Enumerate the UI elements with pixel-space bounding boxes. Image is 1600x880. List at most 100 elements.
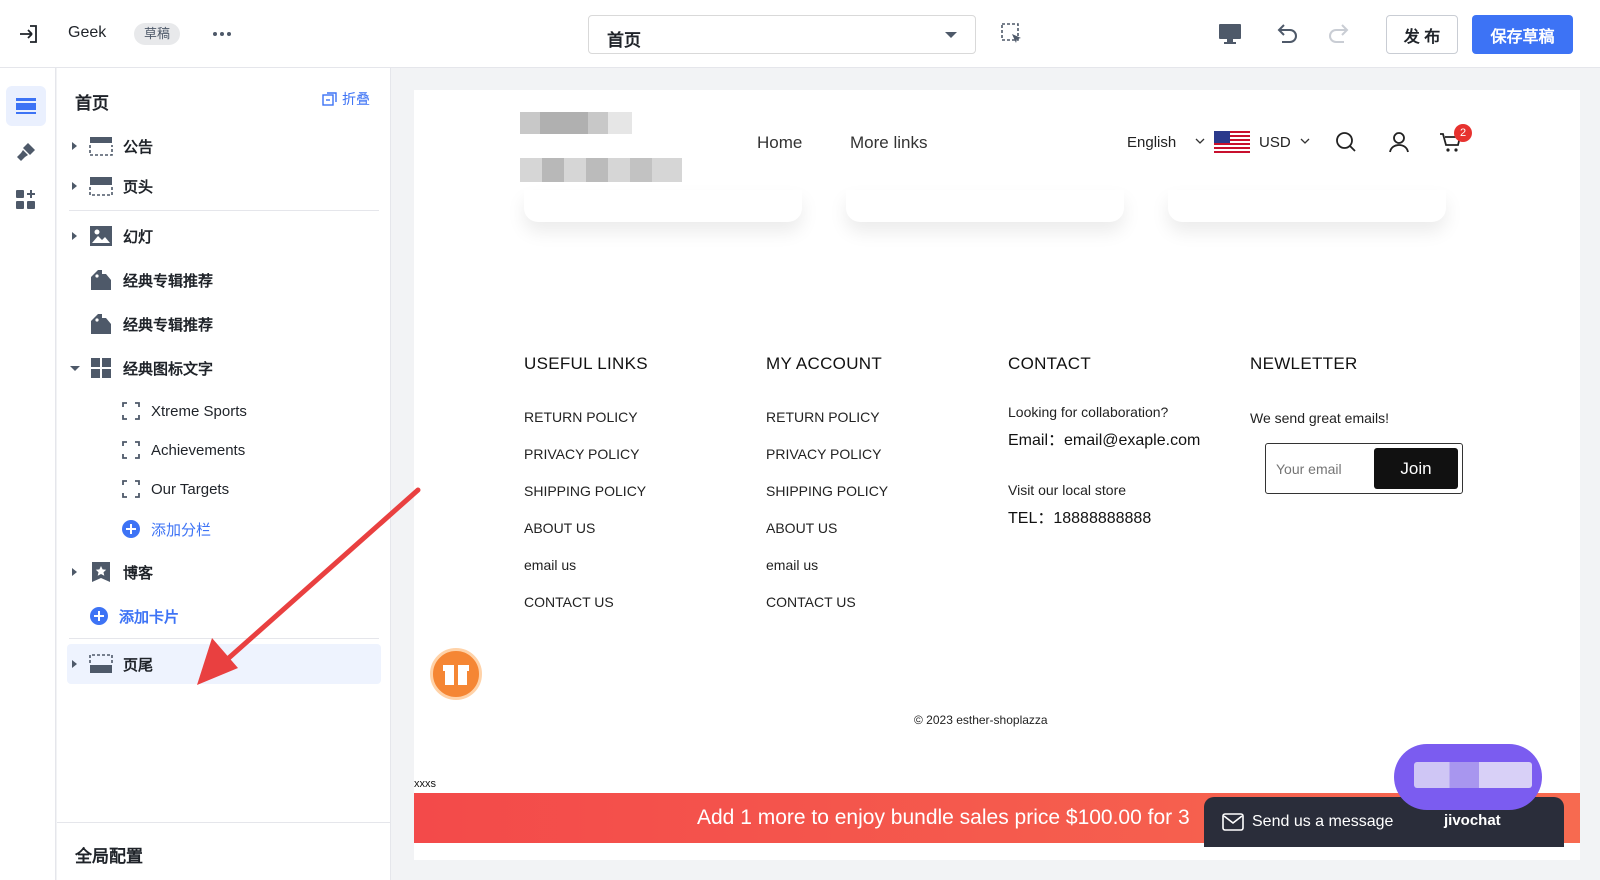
collapse-button[interactable]: 折叠 (322, 89, 370, 109)
rail-theme[interactable] (6, 132, 46, 172)
content-card (1168, 190, 1446, 222)
footer-link[interactable]: CONTACT US (766, 593, 986, 630)
footer-link[interactable]: CONTACT US (524, 593, 744, 630)
footer-link[interactable]: ABOUT US (524, 519, 744, 556)
footer-link[interactable]: email us (524, 556, 744, 593)
chevron-right-icon[interactable] (67, 656, 83, 672)
undo-icon[interactable] (1272, 20, 1300, 48)
contact-store-text: Visit our local store (1008, 482, 1127, 498)
search-icon[interactable] (1334, 130, 1358, 154)
chevron-down-icon (945, 32, 957, 38)
chevron-right-icon[interactable] (67, 178, 83, 194)
add-card-label: 添加卡片 (119, 608, 180, 626)
nav-link-more[interactable]: More links (850, 133, 927, 153)
tree-item-icon-text[interactable]: 经典图标文字 (67, 348, 381, 388)
footer-link[interactable]: RETURN POLICY (766, 408, 986, 445)
plus-circle-icon (90, 607, 108, 625)
tree-item-label: 经典专辑推荐 (123, 316, 214, 334)
redo-icon[interactable] (1326, 20, 1354, 48)
tree-item-label: 博客 (123, 564, 154, 582)
tree-item-label: 经典图标文字 (123, 360, 214, 378)
content-card (846, 190, 1124, 222)
footer-my-account: MY ACCOUNT RETURN POLICY PRIVACY POLICY … (766, 354, 986, 630)
sections-icon (16, 98, 36, 114)
select-element-icon[interactable] (998, 20, 1026, 48)
grid-icon (91, 358, 111, 378)
chevron-right-icon[interactable] (67, 138, 83, 154)
divider (69, 210, 379, 211)
nav-link-home[interactable]: Home (757, 133, 802, 153)
rail-apps[interactable] (6, 180, 46, 220)
footer-link[interactable]: PRIVACY POLICY (766, 445, 986, 482)
footer-newsletter: NEWLETTER We send great emails! (1250, 354, 1470, 426)
tree-item-featured-collection-2[interactable]: 经典专辑推荐 (67, 304, 381, 344)
footer-link[interactable]: PRIVACY POLICY (524, 445, 744, 482)
add-column-button[interactable]: 添加分栏 (97, 509, 381, 549)
footer-useful-links: USEFUL LINKS RETURN POLICY PRIVACY POLIC… (524, 354, 744, 630)
newsletter-email-input[interactable] (1276, 444, 1372, 493)
newsletter-form: Join (1265, 443, 1463, 494)
chat-bubble-content (1414, 762, 1532, 788)
global-config[interactable]: 全局配置 (57, 822, 390, 880)
newsletter-join-button[interactable]: Join (1374, 448, 1458, 489)
chevron-down-icon (1300, 138, 1310, 144)
publish-button[interactable]: 发 布 (1386, 15, 1458, 54)
desktop-icon[interactable] (1216, 20, 1244, 48)
language-selector[interactable]: English (1127, 134, 1176, 151)
block-icon (122, 402, 140, 420)
brush-icon (17, 143, 35, 161)
gift-button[interactable] (430, 648, 482, 700)
block-icon (122, 441, 140, 459)
tree-child-our-targets[interactable]: Our Targets (97, 469, 381, 509)
us-flag-icon (1214, 131, 1250, 153)
footer-link[interactable]: SHIPPING POLICY (766, 482, 986, 519)
chevron-right-icon[interactable] (67, 228, 83, 244)
content-card (524, 190, 802, 222)
collapse-label: 折叠 (342, 91, 370, 107)
footer-link[interactable]: SHIPPING POLICY (524, 482, 744, 519)
tree-item-label: 页头 (123, 178, 154, 196)
newsletter-text: We send great emails! (1250, 410, 1390, 426)
rail-sections[interactable] (6, 86, 46, 126)
contact-collab-text: Looking for collaboration? (1008, 404, 1169, 420)
account-icon[interactable] (1387, 130, 1411, 154)
tree-item-announcement[interactable]: 公告 (67, 126, 381, 166)
tree-item-featured-collection-1[interactable]: 经典专辑推荐 (67, 260, 381, 300)
store-logo (520, 112, 682, 182)
tree-item-slideshow[interactable]: 幻灯 (67, 216, 381, 256)
page-select[interactable]: 首页 (588, 15, 976, 54)
contact-tel: TEL：18888888888 (1008, 510, 1152, 527)
footer-link[interactable]: ABOUT US (766, 519, 986, 556)
page-select-value: 首页 (607, 31, 641, 50)
chevron-down-icon[interactable] (67, 360, 83, 376)
exit-icon[interactable] (16, 22, 40, 46)
tree-child-xtreme-sports[interactable]: Xtreme Sports (97, 391, 381, 431)
add-card-button[interactable]: 添加卡片 (67, 596, 381, 636)
tree-item-blog[interactable]: 博客 (67, 552, 381, 592)
currency-selector[interactable]: USD (1259, 134, 1291, 151)
image-icon (90, 226, 112, 246)
plus-circle-icon (122, 520, 140, 538)
store-name: Geek (68, 24, 107, 41)
footer-heading: NEWLETTER (1250, 354, 1358, 373)
tree-item-label: 经典专辑推荐 (123, 272, 214, 290)
save-draft-button[interactable]: 保存草稿 (1472, 15, 1573, 54)
tree-item-footer[interactable]: 页尾 (67, 644, 381, 684)
footer-link[interactable]: RETURN POLICY (524, 408, 744, 445)
announcement-section-icon (89, 137, 113, 156)
tag-icon (91, 270, 111, 290)
tree-item-label: 页尾 (123, 656, 154, 674)
chat-bubble-button[interactable] (1394, 744, 1542, 810)
footer-link[interactable]: email us (766, 556, 986, 593)
tree-child-achievements[interactable]: Achievements (97, 430, 381, 470)
block-icon (122, 480, 140, 498)
star-badge-icon (92, 562, 110, 582)
footer-section-icon (89, 654, 113, 673)
gift-icon (443, 665, 469, 685)
collapse-icon (322, 92, 337, 106)
footer-heading: CONTACT (1008, 354, 1091, 373)
more-icon[interactable] (210, 22, 234, 46)
tree-item-header[interactable]: 页头 (67, 166, 381, 206)
custom-text: xxxs (414, 778, 436, 790)
chevron-right-icon[interactable] (67, 564, 83, 580)
